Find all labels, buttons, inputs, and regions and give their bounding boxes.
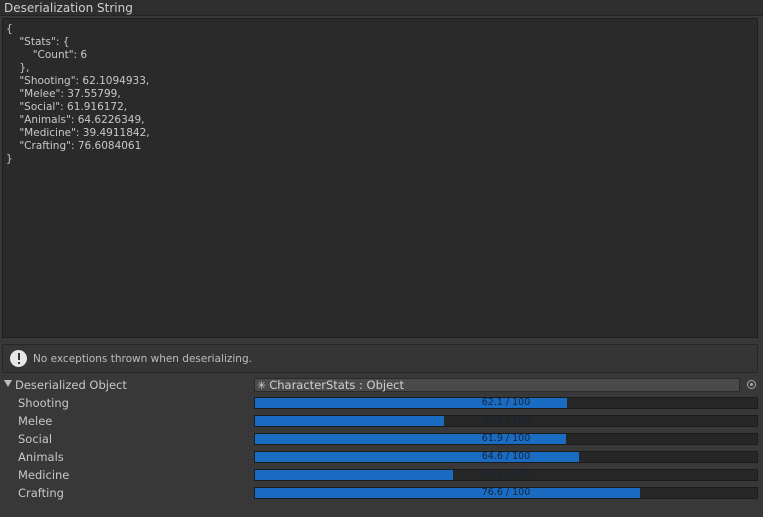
progress-text: 39.5 / 100	[481, 469, 531, 480]
foldout-arrow-icon[interactable]	[4, 380, 12, 387]
stat-row-crafting: Crafting 76.6 / 100	[0, 484, 763, 502]
deserialized-object-row: Deserialized Object ✳ CharacterStats : Ob…	[0, 376, 763, 394]
stat-row-melee: Melee 37.6 / 100	[0, 412, 763, 430]
info-icon	[10, 350, 27, 367]
progress-text: 61.9 / 100	[481, 433, 531, 444]
progress-text: 76.6 / 100	[481, 487, 531, 498]
progress-text: 64.6 / 100	[481, 451, 531, 462]
object-type-field[interactable]: ✳ CharacterStats : Object	[254, 378, 740, 392]
stat-row-animals: Animals 64.6 / 100	[0, 448, 763, 466]
progress-bar: 37.6 / 100	[254, 415, 758, 427]
exception-message: No exceptions thrown when deserializing.	[33, 352, 252, 365]
stat-row-social: Social 61.9 / 100	[0, 430, 763, 448]
progress-text: 37.6 / 100	[481, 415, 531, 426]
deserialization-text-area[interactable]: { "Stats": { "Count": 6 }, "Shooting": 6…	[2, 18, 758, 338]
stat-label: Animals	[18, 450, 64, 464]
progress-bar: 61.9 / 100	[254, 433, 758, 445]
progress-text: 62.1 / 100	[481, 397, 531, 408]
stat-label: Melee	[18, 414, 53, 428]
deserialized-object-label[interactable]: Deserialized Object	[15, 376, 127, 394]
stat-label: Social	[18, 432, 53, 446]
stat-label: Medicine	[18, 468, 70, 482]
deserialization-string-header: Deserialization String	[0, 0, 763, 16]
stat-row-medicine: Medicine 39.5 / 100	[0, 466, 763, 484]
stat-label: Crafting	[18, 486, 64, 500]
progress-bar: 39.5 / 100	[254, 469, 758, 481]
object-type-label: CharacterStats : Object	[269, 378, 404, 392]
stat-label: Shooting	[18, 396, 69, 410]
progress-bar: 64.6 / 100	[254, 451, 758, 463]
object-picker-icon[interactable]	[747, 380, 756, 389]
stat-row-shooting: Shooting 62.1 / 100	[0, 394, 763, 412]
asterisk-icon: ✳	[257, 379, 267, 392]
progress-bar: 76.6 / 100	[254, 487, 758, 499]
deserialization-json-text: { "Stats": { "Count": 6 }, "Shooting": 6…	[6, 23, 150, 165]
exception-help-box: No exceptions thrown when deserializing.	[2, 344, 758, 373]
progress-bar: 62.1 / 100	[254, 397, 758, 409]
